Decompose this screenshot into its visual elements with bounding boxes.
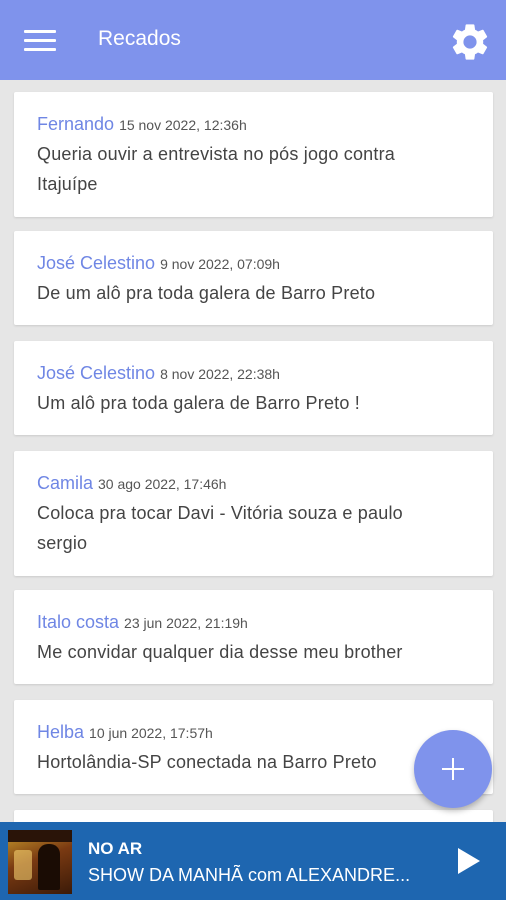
play-icon[interactable] <box>452 846 482 876</box>
message-date: 15 nov 2022, 12:36h <box>119 117 247 133</box>
album-cover <box>8 830 72 894</box>
list-item[interactable]: Camila 30 ago 2022, 17:46h Coloca pra toc… <box>14 451 493 576</box>
message-author: Camila <box>37 473 94 493</box>
message-text: Me convidar qualquer dia desse meu broth… <box>37 642 403 662</box>
list-item[interactable]: Italo costa 23 jun 2022, 21:19h Me convid… <box>14 590 493 684</box>
message-text: Queria ouvir a entrevista no pós jogo co… <box>37 144 395 194</box>
message-date: 10 jun 2022, 17:57h <box>89 725 213 741</box>
message-author: Helba <box>37 722 85 742</box>
add-message-button[interactable] <box>414 730 492 808</box>
now-playing-bar[interactable]: NO AR SHOW DA MANHÃ com ALEXANDRE... <box>0 822 506 900</box>
message-author: Italo costa <box>37 612 120 632</box>
list-item[interactable]: Fernando 15 nov 2022, 12:36h Queria ouvir… <box>14 92 493 217</box>
messages-list[interactable]: Fernando 15 nov 2022, 12:36h Queria ouvir… <box>0 80 506 822</box>
list-item[interactable]: José Celestino 9 nov 2022, 07:09h De um a… <box>14 231 493 325</box>
message-text: Coloca pra tocar Davi - Vitória souza e … <box>37 503 403 553</box>
list-item[interactable]: José Celestino 8 nov 2022, 22:38h Um alô … <box>14 341 493 435</box>
message-date: 8 nov 2022, 22:38h <box>160 366 280 382</box>
app-bar: Recados <box>0 0 506 80</box>
page-title: Recados <box>98 27 181 50</box>
message-date: 23 jun 2022, 21:19h <box>124 615 248 631</box>
program-title: SHOW DA MANHÃ com ALEXANDRE... <box>88 865 411 885</box>
message-text: De um alô pra toda galera de Barro Preto <box>37 283 376 303</box>
hamburger-menu-icon[interactable] <box>24 28 56 52</box>
on-air-label: NO AR <box>88 839 143 858</box>
gear-icon[interactable] <box>448 20 492 64</box>
message-author: José Celestino <box>37 253 156 273</box>
message-date: 30 ago 2022, 17:46h <box>98 476 227 492</box>
list-item[interactable] <box>14 810 493 822</box>
message-text: Um alô pra toda galera de Barro Preto ! <box>37 393 360 413</box>
message-text: Hortolândia-SP conectada na Barro Preto <box>37 752 377 772</box>
message-author: Fernando <box>37 114 115 134</box>
message-date: 9 nov 2022, 07:09h <box>160 256 280 272</box>
message-author: José Celestino <box>37 363 156 383</box>
